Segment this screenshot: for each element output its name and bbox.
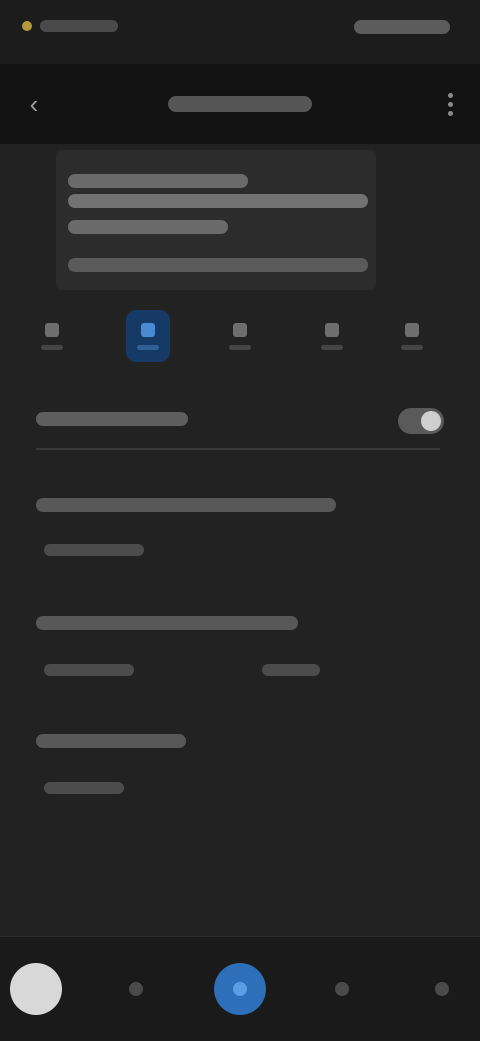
toggle-switch[interactable] — [398, 408, 444, 434]
status-bar — [0, 0, 480, 64]
status-left — [22, 20, 118, 32]
info-card — [56, 150, 376, 290]
status-indicators — [354, 20, 450, 34]
nav-icon-5[interactable] — [416, 963, 468, 1015]
image-icon[interactable] — [310, 310, 354, 362]
status-time — [40, 20, 118, 32]
toggle-row[interactable] — [36, 400, 446, 440]
highlight-icon[interactable] — [126, 310, 170, 362]
app-bar: ‹ — [0, 64, 480, 144]
page-title — [168, 96, 312, 112]
notification-dot-icon — [22, 21, 32, 31]
format-toolbar — [0, 296, 480, 376]
more-icon[interactable] — [390, 310, 434, 362]
bottom-navigation — [0, 936, 480, 1041]
section-c — [36, 726, 236, 756]
section-b-right[interactable] — [258, 656, 338, 684]
section-b — [36, 608, 336, 638]
back-arrow-icon[interactable]: ‹ — [18, 88, 50, 120]
text-icon[interactable] — [30, 310, 74, 362]
toggle-knob — [421, 411, 441, 431]
primary-action-icon[interactable] — [214, 963, 266, 1015]
more-vert-icon[interactable] — [434, 86, 466, 122]
section-c-value[interactable] — [36, 774, 156, 802]
nav-icon-2[interactable] — [110, 963, 162, 1015]
section-a-value[interactable] — [36, 536, 176, 566]
divider — [36, 448, 440, 450]
nav-icon-4[interactable] — [316, 963, 368, 1015]
profile-icon[interactable] — [10, 963, 62, 1015]
list-icon[interactable] — [218, 310, 262, 362]
section-b-left[interactable] — [36, 656, 156, 684]
